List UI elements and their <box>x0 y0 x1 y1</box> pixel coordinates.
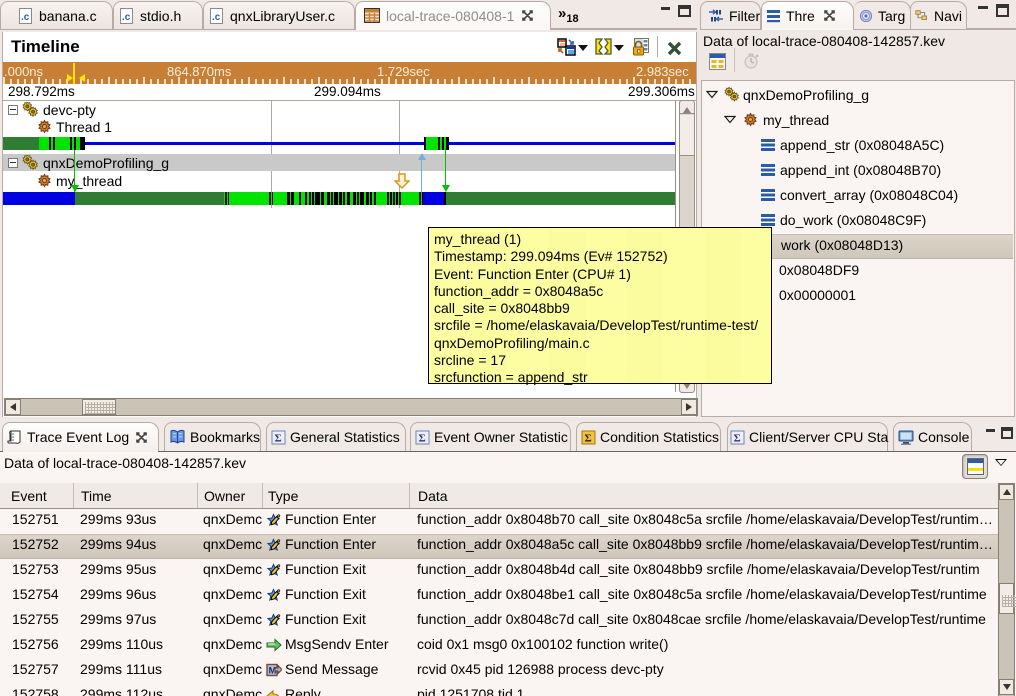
svg-text:.c: .c <box>21 12 30 23</box>
svg-text:.c: .c <box>122 12 131 23</box>
svg-text:.c: .c <box>212 12 221 23</box>
svg-text:Σ: Σ <box>585 432 592 444</box>
svg-text:Σ: Σ <box>275 432 282 444</box>
svg-text:Σ: Σ <box>419 432 426 444</box>
svg-text:Σ: Σ <box>734 432 741 444</box>
